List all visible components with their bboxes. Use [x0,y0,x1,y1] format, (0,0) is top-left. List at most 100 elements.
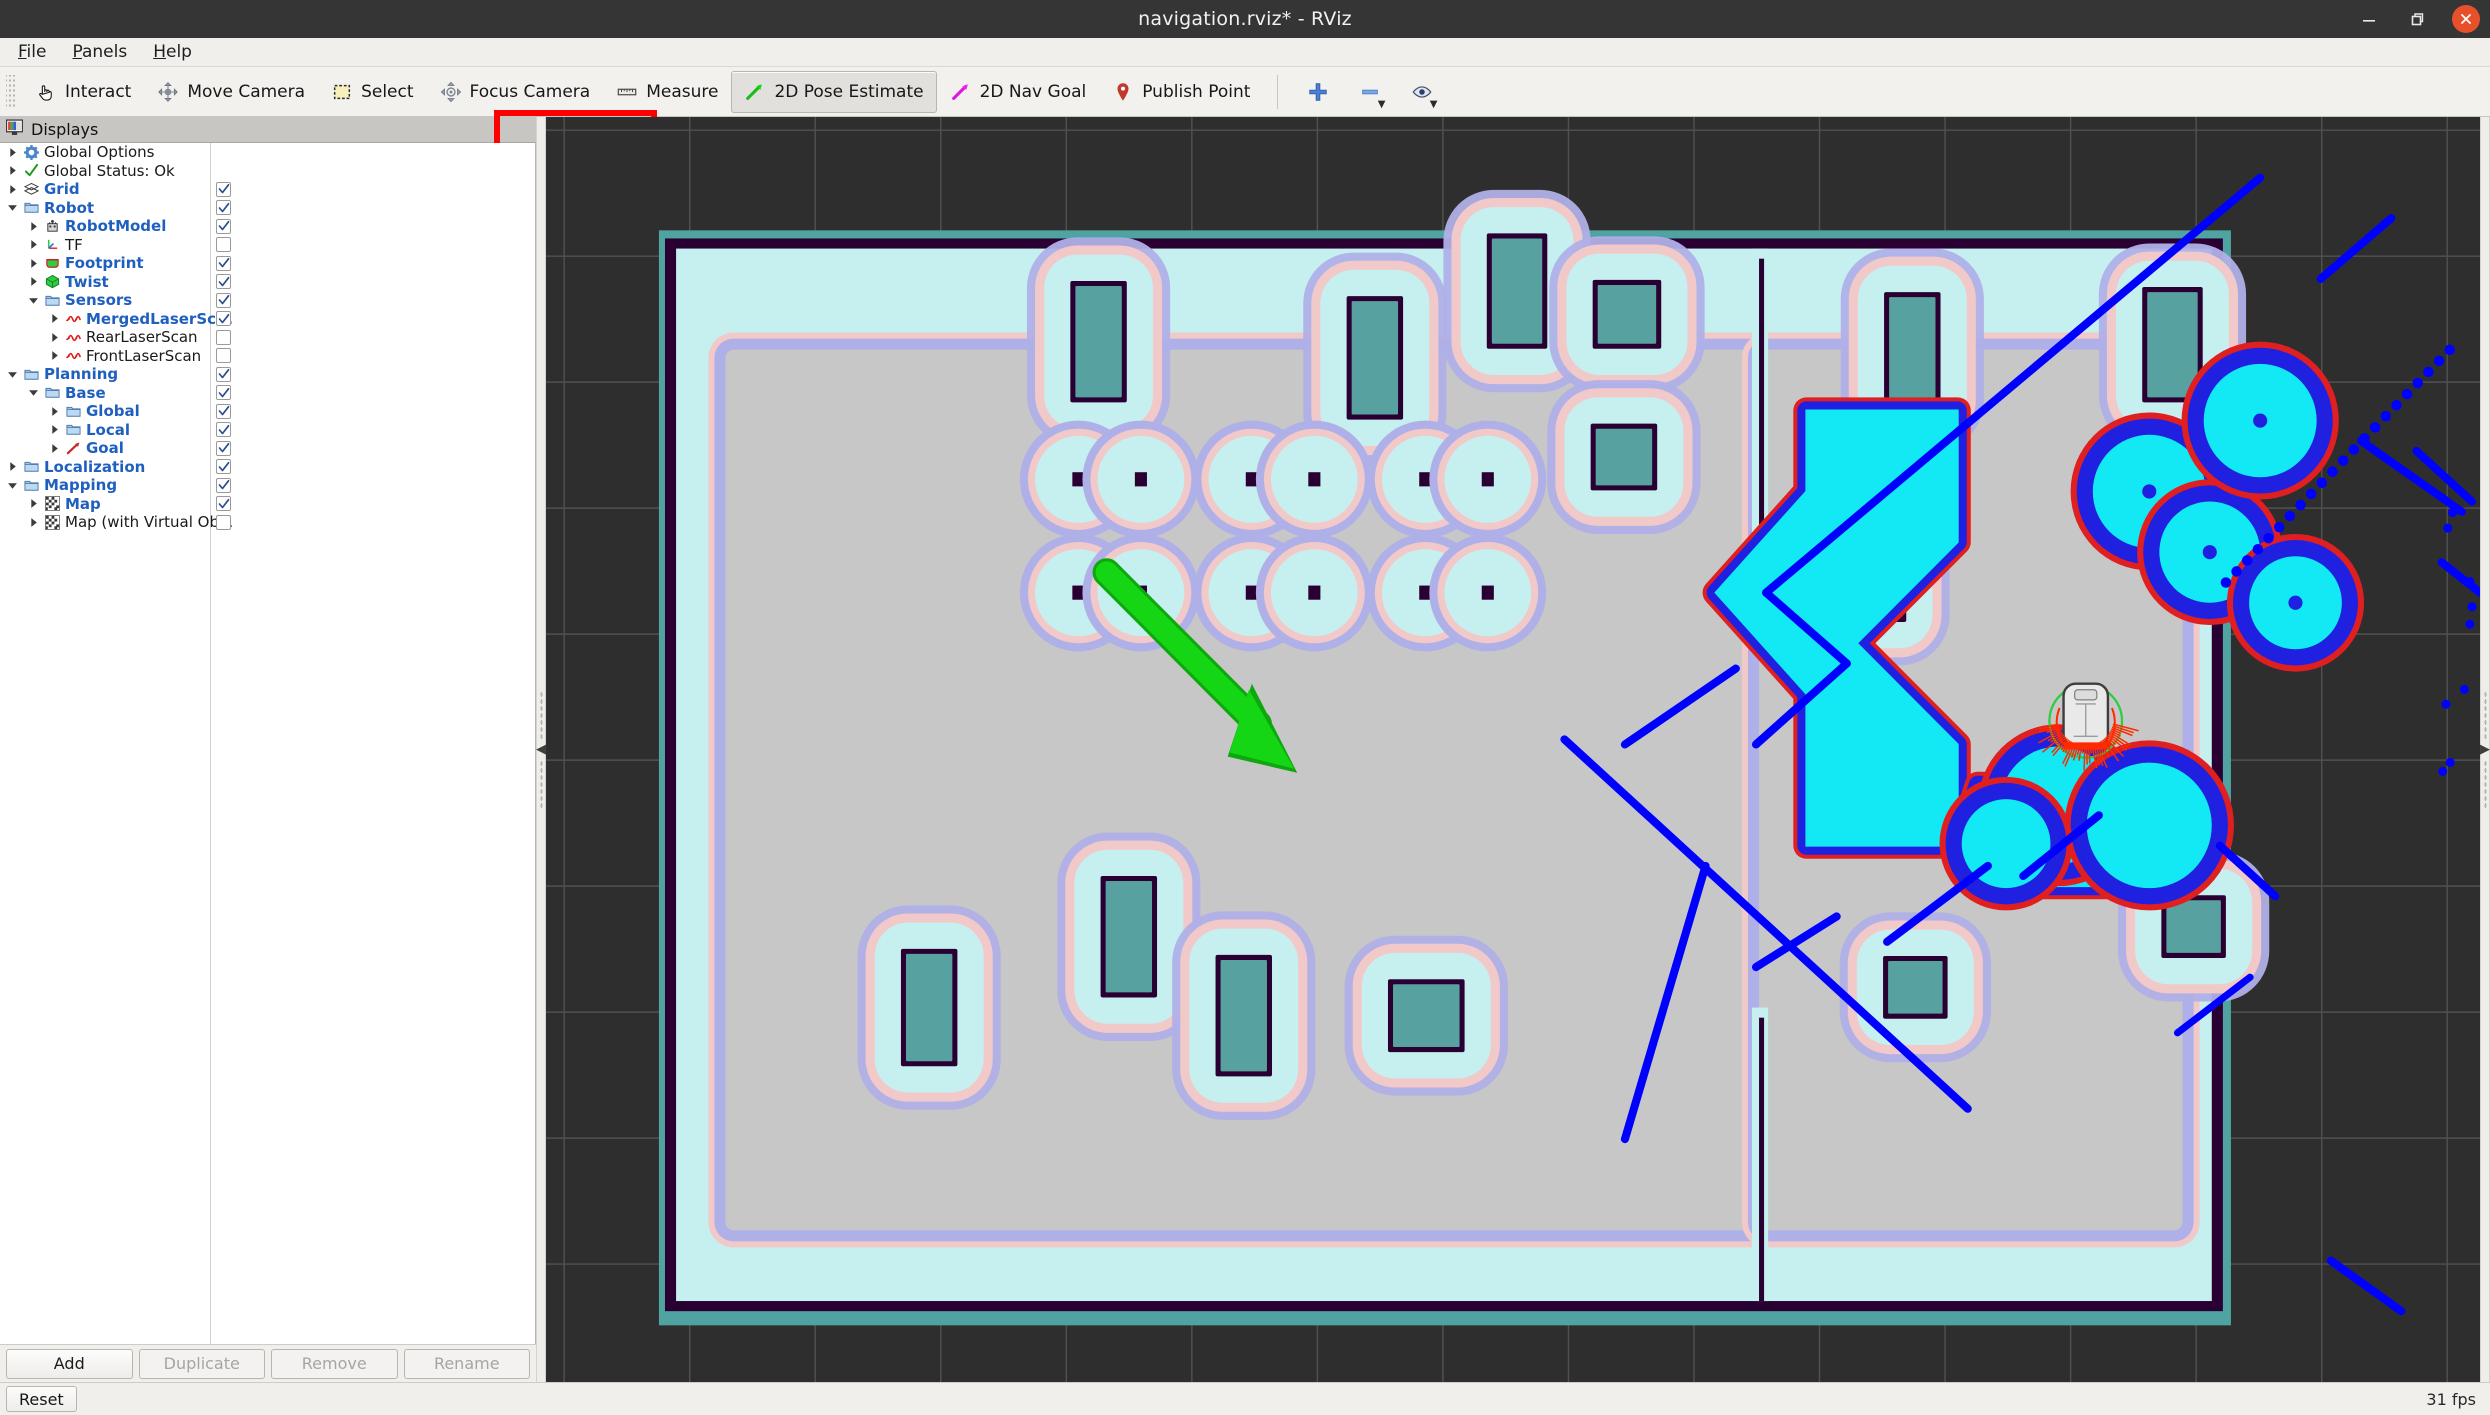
tree-item-label: Grid [44,180,80,199]
tree-item-robotmodel[interactable]: RobotModel [0,217,535,236]
duplicate-button[interactable]: Duplicate [138,1348,265,1379]
tree-item-twist[interactable]: Twist [0,273,535,292]
tree-item-grid[interactable]: Grid [0,180,535,199]
chevron-right-icon[interactable] [27,238,40,251]
toolbar-drag-handle[interactable] [6,74,16,109]
tool-2d-pose-estimate[interactable]: 2D Pose Estimate [731,70,937,113]
tree-item-map[interactable]: Map [0,495,535,514]
chevron-right-icon[interactable] [27,275,40,288]
chevron-right-icon[interactable] [27,497,40,510]
tree-item-checkbox[interactable] [216,477,231,493]
remove-button[interactable]: Remove [271,1348,398,1379]
laserscan-icon [66,348,81,363]
chevron-right-icon[interactable] [6,183,19,196]
right-splitter-collapse[interactable]: ▶ [2480,117,2490,1382]
left-splitter-collapse[interactable]: ◀ [536,117,546,1382]
chevron-right-icon[interactable] [27,516,40,529]
map-pillar-r1-c5 [1429,533,1547,652]
scan-point-stray [2465,619,2475,629]
tree-item-checkbox[interactable] [216,237,231,253]
tree-item-frontlaserscan[interactable]: FrontLaserScan [0,347,535,366]
scan-point [2412,377,2424,389]
chevron-right-icon[interactable] [48,405,61,418]
tree-item-goal[interactable]: Goal [0,439,535,458]
tree-item-checkbox[interactable] [216,496,231,512]
chevron-right-icon[interactable] [6,164,19,177]
tree-item-checkbox[interactable] [216,514,231,530]
displays-panel: Displays Global Options Global Status: Ok… [0,117,536,1382]
tree-item-checkbox[interactable] [216,274,231,290]
tool-focus-camera[interactable]: Focus Camera [427,71,604,113]
displays-tree[interactable]: Global Options Global Status: Ok Grid Robot… [0,143,536,1344]
chevron-right-icon[interactable] [48,423,61,436]
tool-interact[interactable]: Interact [22,71,144,113]
chevron-down-icon[interactable] [27,294,40,307]
tree-item-checkbox[interactable] [216,200,231,216]
3d-render-view[interactable] [546,117,2480,1382]
tree-item-checkbox[interactable] [216,459,231,475]
twist-cube-icon [45,274,60,289]
tool-2d-nav-goal[interactable]: 2D Nav Goal [937,71,1100,113]
chevron-right-icon[interactable] [48,331,61,344]
tree-item-sensors[interactable]: Sensors [0,291,535,310]
chevron-right-icon[interactable] [48,442,61,455]
tree-item-global[interactable]: Global [0,402,535,421]
tree-item-checkbox[interactable] [216,422,231,438]
visibility-button[interactable]: ▼ [1396,71,1448,113]
tree-item-checkbox[interactable] [216,440,231,456]
chevron-down-icon[interactable]: ▼ [1430,99,1438,110]
tree-item-planning[interactable]: Planning [0,365,535,384]
tree-item-checkbox[interactable] [216,366,231,382]
tree-item-mapping[interactable]: Mapping [0,476,535,495]
tree-item-checkbox[interactable] [216,292,231,308]
chevron-right-icon[interactable] [27,220,40,233]
add-tool-button[interactable] [1292,71,1344,113]
remove-tool-button[interactable]: ▼ [1344,71,1396,113]
rename-button[interactable]: Rename [403,1348,530,1379]
tree-item-robot[interactable]: Robot [0,199,535,218]
tree-item-global-options[interactable]: Global Options [0,143,535,162]
tree-item-checkbox[interactable] [216,181,231,197]
tree-item-footprint[interactable]: Footprint [0,254,535,273]
add-button[interactable]: Add [6,1348,133,1379]
tree-item-checkbox[interactable] [216,385,231,401]
tree-item-checkbox[interactable] [216,348,231,364]
menu-panels[interactable]: Panels [60,39,139,65]
chevron-down-icon[interactable] [6,479,19,492]
tree-item-map-with-virtual-ob[interactable]: Map (with Virtual Ob... [0,513,535,532]
tool-publish-point[interactable]: Publish Point [1099,71,1263,113]
chevron-down-icon[interactable] [27,386,40,399]
tree-item-checkbox[interactable] [216,329,231,345]
tool-move-camera[interactable]: Move Camera [144,71,318,113]
minimize-icon[interactable] [2356,6,2382,32]
chevron-down-icon[interactable] [6,201,19,214]
chevron-right-icon[interactable] [48,312,61,325]
tree-item-tf[interactable]: TF [0,236,535,255]
chevron-down-icon[interactable]: ▼ [1378,99,1386,110]
chevron-right-icon[interactable]: ▶ [2480,743,2490,756]
maximize-icon[interactable] [2404,6,2430,32]
close-icon[interactable] [2452,5,2480,33]
reset-button[interactable]: Reset [6,1386,77,1412]
chevron-right-icon[interactable] [6,460,19,473]
tree-item-checkbox[interactable] [216,403,231,419]
tree-item-checkbox[interactable] [216,255,231,271]
tree-item-rearlaserscan[interactable]: RearLaserScan [0,328,535,347]
chevron-left-icon[interactable]: ◀ [536,743,546,756]
tool-select[interactable]: Select [318,71,426,113]
tree-item-mergedlasersc[interactable]: MergedLaserSc... [0,310,535,329]
menu-help[interactable]: Help [141,39,204,65]
tree-item-global-status-ok[interactable]: Global Status: Ok [0,162,535,181]
tree-item-local[interactable]: Local [0,421,535,440]
tree-item-base[interactable]: Base [0,384,535,403]
chevron-right-icon[interactable] [27,257,40,270]
chevron-down-icon[interactable] [6,368,19,381]
chevron-right-icon[interactable] [48,349,61,362]
tree-item-checkbox[interactable] [216,218,231,234]
menu-file[interactable]: File [6,39,58,65]
chevron-right-icon[interactable] [6,146,19,159]
rviz-3d-scene[interactable] [546,117,2480,1382]
tree-item-checkbox[interactable] [216,311,231,327]
tool-measure[interactable]: Measure [603,71,731,113]
tree-item-localization[interactable]: Localization [0,458,535,477]
